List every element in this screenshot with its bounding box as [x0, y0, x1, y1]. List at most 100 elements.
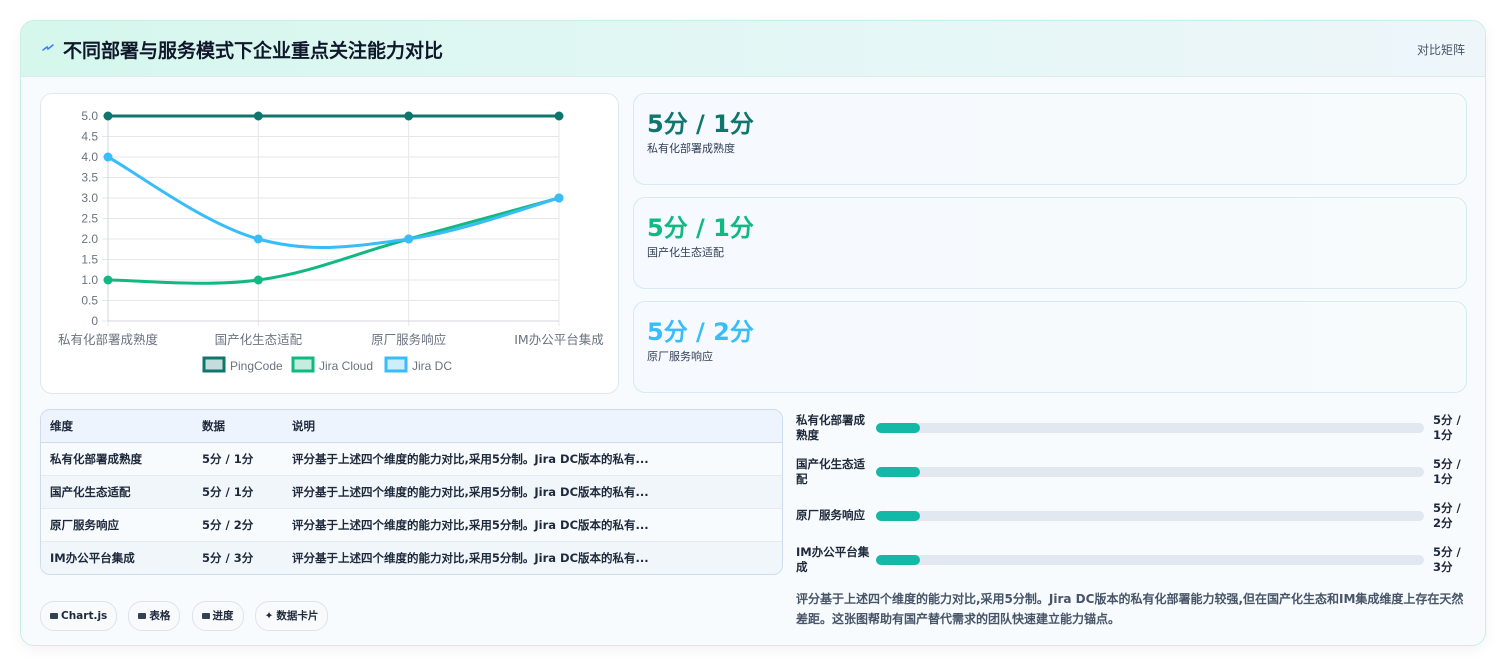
chart-svg: 0 0.5 1.0 1.5 2.0 2.5 3.0 3.5 4.0 4.5 5.0 私有化部署成熟度 国…: [58, 109, 604, 373]
legend-swatch: [384, 356, 408, 373]
y-tick-label: 1.0: [81, 273, 98, 287]
progress-row: 国产化生态适配 5分 / 1分: [796, 455, 1476, 489]
table-header-row: 维度 数据 说明: [41, 410, 782, 443]
data-point: [253, 111, 263, 121]
line-chart: 0 0.5 1.0 1.5 2.0 2.5 3.0 3.5 4.0 4.5 5.0 私有化部署成熟度 国…: [40, 93, 619, 394]
x-tick-label: IM办公平台集成: [514, 332, 603, 347]
pill-label: Chart.js: [61, 610, 108, 622]
sparkle-icon: [42, 44, 54, 51]
pill-table[interactable]: 表格: [128, 601, 181, 631]
progress-track: [876, 423, 1424, 433]
progress-value: 5分 / 2分: [1433, 501, 1461, 530]
data-point: [404, 111, 414, 121]
progress-row: 私有化部署成熟度 5分 / 1分: [796, 411, 1476, 445]
progress-track: [876, 555, 1424, 565]
progress-value: 5分 / 1分: [1433, 457, 1461, 486]
stat-card: 5分 / 1分 国产化生态适配: [633, 197, 1467, 289]
data-point: [103, 275, 113, 285]
feature-pills: Chart.js 表格 进度 ✦ 数据卡片: [40, 601, 334, 631]
table-cell: 国产化生态适配: [41, 475, 193, 509]
progress-value: 5分 / 1分: [1433, 413, 1461, 442]
stat-label: 私有化部署成熟度: [647, 142, 735, 155]
pill-label: 数据卡片: [276, 610, 319, 622]
chart-icon: [50, 613, 58, 619]
series-line-2: [107, 155, 560, 249]
table-cell: 评分基于上述四个维度的能力对比,采用5分制。Jira DC版本的私有...: [283, 475, 782, 509]
stat-value: 5分 / 1分: [647, 214, 754, 242]
pill-progress[interactable]: 进度: [191, 601, 244, 631]
progress-track: [876, 467, 1424, 477]
x-tick-label: 国产化生态适配: [215, 332, 303, 347]
table-cell: 评分基于上述四个维度的能力对比,采用5分制。Jira DC版本的私有...: [283, 541, 782, 574]
x-tick-label: 原厂服务响应: [371, 332, 446, 347]
progress-fill: [876, 423, 920, 433]
y-tick-label: 0.5: [81, 294, 98, 308]
progress-fill: [876, 511, 920, 521]
table-row[interactable]: 私有化部署成熟度 5分 / 1分 评分基于上述四个维度的能力对比,采用5分制。J…: [41, 442, 782, 476]
table-row[interactable]: 国产化生态适配 5分 / 1分 评分基于上述四个维度的能力对比,采用5分制。Ji…: [41, 475, 782, 509]
data-point: [404, 234, 414, 244]
series-line-1: [107, 196, 560, 285]
table-cell: 原厂服务响应: [41, 508, 193, 542]
pill-label: 表格: [149, 610, 171, 622]
table-cell: 5分 / 3分: [193, 541, 283, 574]
column-header: 维度: [41, 410, 193, 443]
y-tick-label: 4.5: [81, 130, 98, 144]
column-header: 说明: [283, 410, 782, 443]
stat-label: 原厂服务响应: [647, 350, 713, 363]
data-table: 维度 数据 说明 私有化部署成熟度 5分 / 1分 评分基于上述四个维度的能力对…: [40, 409, 783, 575]
table-icon: [138, 613, 147, 619]
pill-chartjs[interactable]: Chart.js: [40, 601, 118, 631]
progress-track: [876, 511, 1424, 521]
table-cell: 评分基于上述四个维度的能力对比,采用5分制。Jira DC版本的私有...: [283, 442, 782, 476]
data-point: [253, 275, 263, 285]
y-tick-label: 4.0: [81, 150, 98, 164]
table-row[interactable]: IM办公平台集成 5分 / 3分 评分基于上述四个维度的能力对比,采用5分制。J…: [41, 541, 782, 574]
progress-value: 5分 / 3分: [1433, 545, 1461, 574]
y-tick-label: 3.0: [81, 191, 98, 205]
summary-note: 评分基于上述四个维度的能力对比,采用5分制。Jira DC版本的私有化部署能力较…: [796, 592, 1464, 626]
legend-label: Jira Cloud: [319, 359, 373, 373]
table-cell: 5分 / 2分: [193, 508, 283, 542]
data-point: [103, 111, 113, 121]
table-cell: IM办公平台集成: [41, 541, 193, 574]
x-tick-label: 私有化部署成熟度: [58, 332, 159, 347]
stat-value: 5分 / 2分: [647, 318, 754, 346]
table-cell: 5分 / 1分: [193, 475, 283, 509]
y-tick-label: 2.5: [81, 212, 98, 226]
page-title: 不同部署与服务模式下企业重点关注能力对比: [63, 40, 444, 62]
stat-value: 5分 / 1分: [647, 110, 754, 138]
y-tick-label: 1.5: [81, 253, 98, 267]
y-tick-label: 5.0: [81, 109, 98, 123]
legend-swatch: [291, 356, 315, 373]
sparkle-icon: ✦: [264, 610, 274, 622]
progress-label: IM办公平台集成: [796, 545, 870, 574]
progress-label: 私有化部署成熟度: [796, 413, 865, 442]
y-tick-label: 2.0: [81, 232, 98, 246]
y-tick-label: 3.5: [81, 171, 98, 185]
table-cell: 5分 / 1分: [193, 442, 283, 476]
matrix-label[interactable]: 对比矩阵: [1417, 41, 1465, 58]
legend-swatch: [202, 356, 226, 373]
legend-label: Jira DC: [412, 359, 452, 373]
data-point: [554, 193, 564, 203]
progress-row: IM办公平台集成 5分 / 3分: [796, 543, 1476, 577]
table-cell: 私有化部署成熟度: [41, 442, 193, 476]
column-header: 数据: [193, 410, 283, 443]
stat-label: 国产化生态适配: [647, 246, 724, 259]
pill-data-card[interactable]: ✦ 数据卡片: [254, 601, 329, 631]
card-header: 不同部署与服务模式下企业重点关注能力对比 对比矩阵: [21, 21, 1485, 77]
progress-row: 原厂服务响应 5分 / 2分: [796, 499, 1476, 533]
pill-label: 进度: [212, 610, 234, 622]
y-tick-label: 0: [91, 314, 98, 328]
progress-label: 原厂服务响应: [796, 508, 865, 522]
progress-icon: [201, 613, 210, 619]
table-row[interactable]: 原厂服务响应 5分 / 2分 评分基于上述四个维度的能力对比,采用5分制。Jir…: [41, 508, 782, 542]
data-point: [253, 234, 263, 244]
data-point: [554, 111, 564, 121]
comparison-card: 不同部署与服务模式下企业重点关注能力对比 对比矩阵 0 0.5 1.0 1.5 2.0 2…: [20, 20, 1486, 646]
legend-label: PingCode: [230, 359, 283, 373]
progress-fill: [876, 555, 920, 565]
stat-card: 5分 / 1分 私有化部署成熟度: [633, 93, 1467, 185]
stat-card: 5分 / 2分 原厂服务响应: [633, 301, 1467, 393]
